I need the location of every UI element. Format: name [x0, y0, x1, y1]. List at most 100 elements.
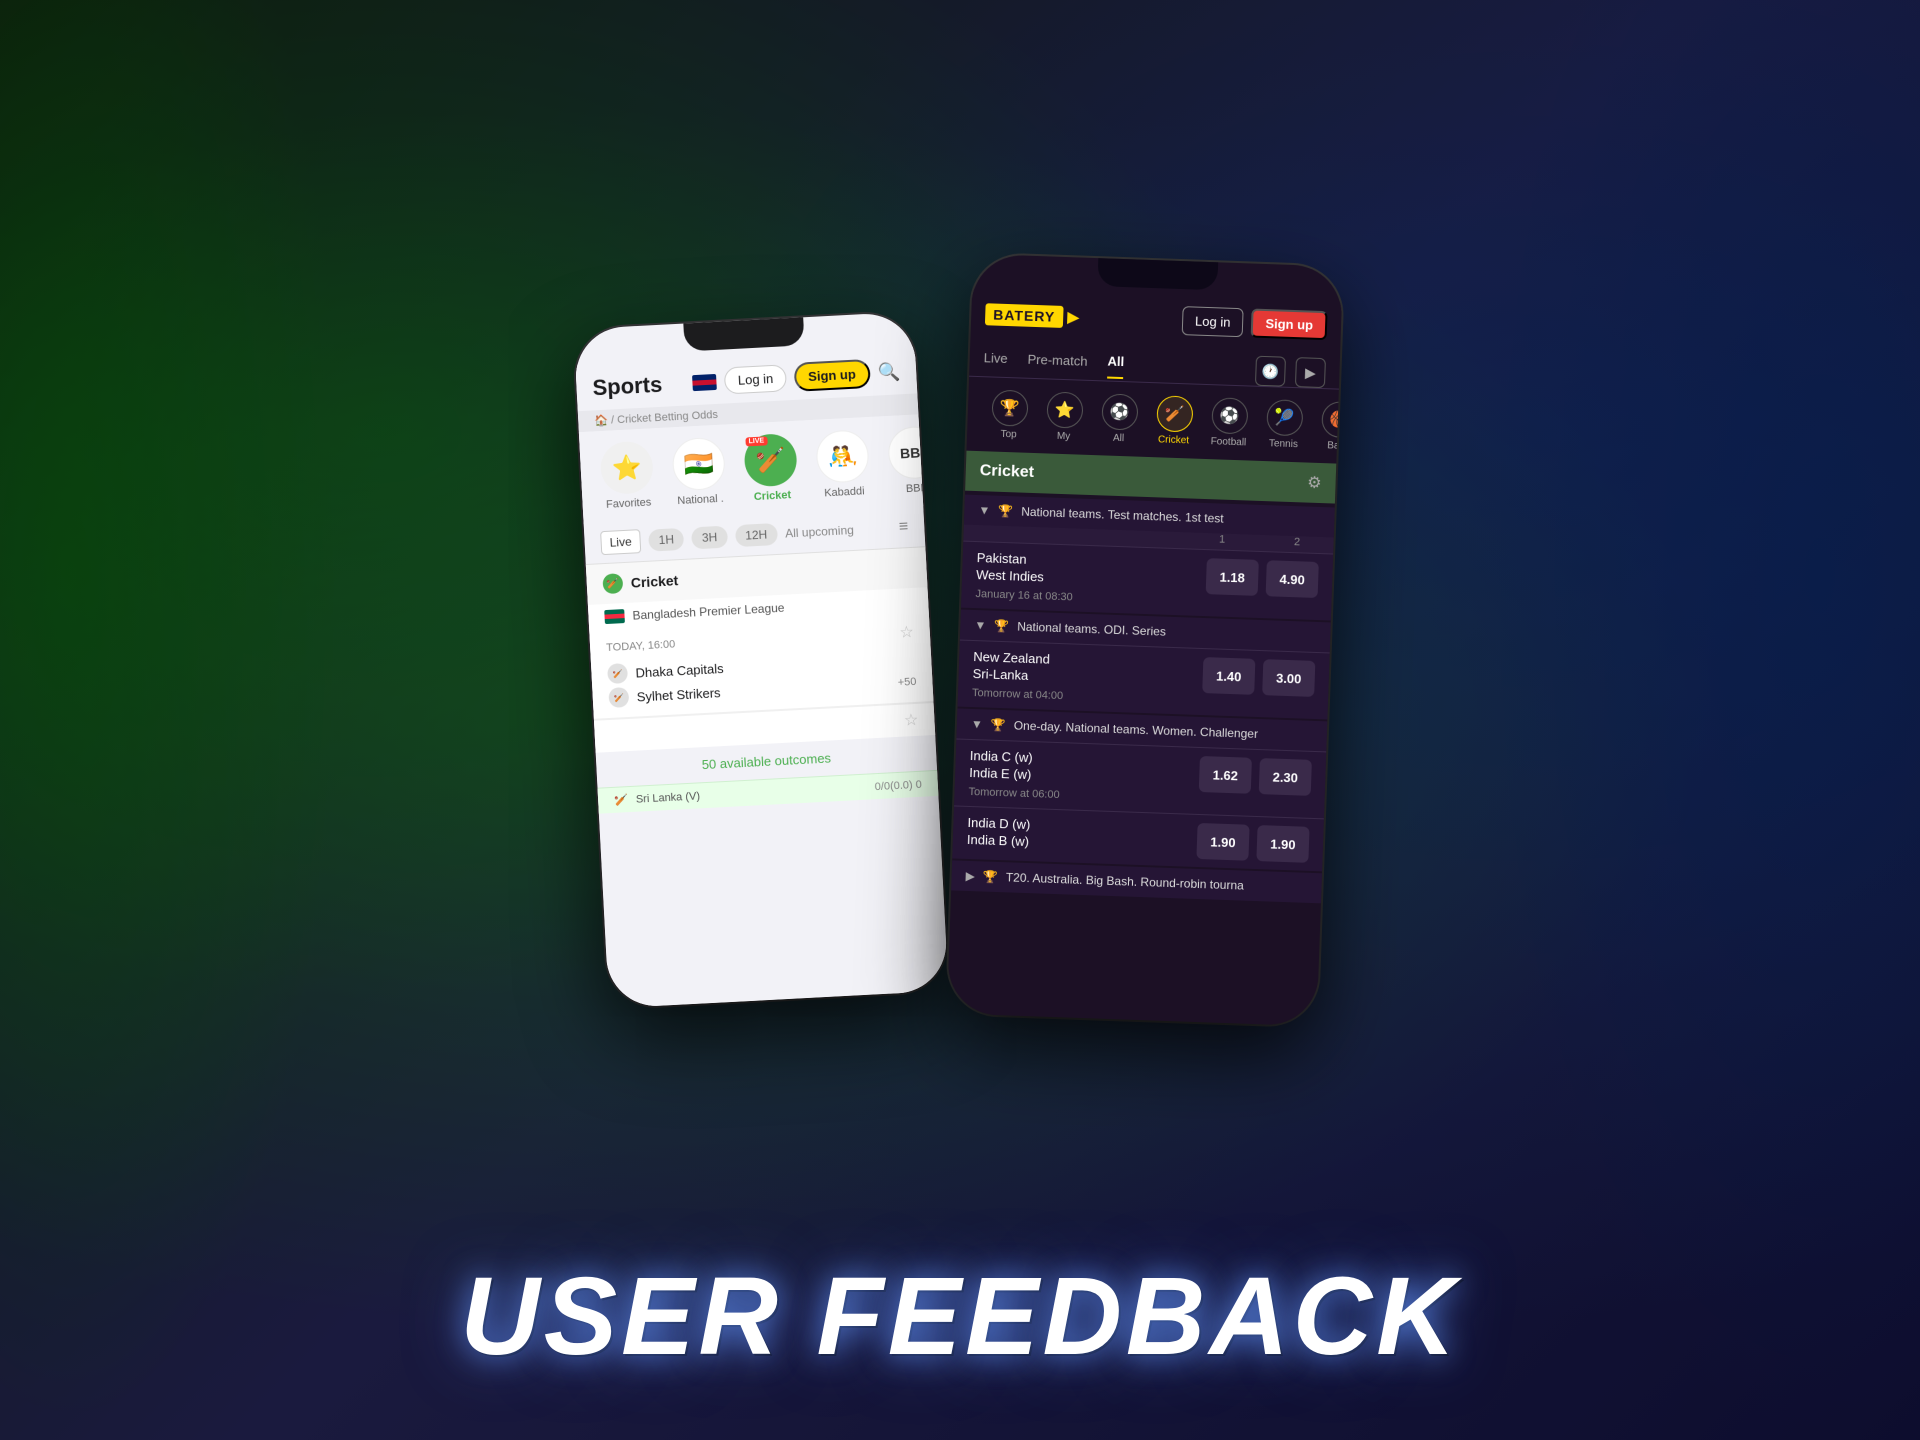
odds-col-1: 1	[1199, 533, 1244, 547]
tab-all[interactable]: All	[1107, 353, 1124, 379]
team-names-3: India C (w) India E (w) Tomorrow at 06:0…	[968, 748, 1061, 801]
category-scroll[interactable]: ⭐ Favorites 🇮🇳 National . LIVE 🏏 Cricket	[579, 414, 923, 524]
team2-name: Sylhet Strikers	[636, 685, 720, 704]
team-pakistan: Pakistan	[977, 550, 1075, 568]
match-india-c-e[interactable]: India C (w) India E (w) Tomorrow at 06:0…	[954, 738, 1326, 818]
section4-trophy: 🏆	[983, 869, 998, 884]
section3-trophy: 🏆	[991, 718, 1006, 733]
section2-chevron: ▼	[974, 618, 986, 632]
clock-icon[interactable]: 🕐	[1255, 356, 1286, 387]
teams-row-4: India D (w) India B (w) 1.90 1.90	[967, 815, 1310, 863]
right-header-buttons: Log in Sign up	[1182, 306, 1328, 340]
filter-1h[interactable]: 1H	[648, 528, 684, 552]
odd-1-90a[interactable]: 1.90	[1196, 823, 1249, 861]
match-pakistan-windies[interactable]: Pakistan West Indies January 16 at 08:30…	[961, 541, 1333, 621]
category-national[interactable]: 🇮🇳 National .	[667, 436, 730, 507]
cricket-category-icon: LIVE 🏏	[743, 433, 798, 488]
national-label: National .	[677, 493, 724, 507]
odd-1-18[interactable]: 1.18	[1206, 558, 1259, 596]
cricket-label: Cricket	[754, 489, 792, 503]
cricket-main-title: Cricket	[979, 462, 1034, 482]
football-circle: ⚽	[1211, 397, 1248, 434]
sport-all[interactable]: ⚽ All	[1091, 389, 1148, 449]
match-nz-sl[interactable]: New Zealand Sri-Lanka Tomorrow at 04:00 …	[958, 640, 1330, 720]
all-label: All	[1113, 433, 1125, 444]
section1-trophy: 🏆	[998, 504, 1013, 519]
sport-cricket[interactable]: 🏏 Cricket	[1146, 391, 1203, 451]
league-name: Bangladesh Premier League	[632, 601, 785, 623]
national-icon: 🇮🇳	[671, 437, 726, 492]
section-test-matches: ▼ 🏆 National teams. Test matches. 1st te…	[961, 495, 1335, 621]
breadcrumb-page: Cricket Betting Odds	[617, 409, 718, 426]
category-cricket[interactable]: LIVE 🏏 Cricket	[739, 433, 802, 504]
filter-3h[interactable]: 3H	[691, 526, 727, 550]
tab-live[interactable]: Live	[983, 350, 1008, 374]
filter-icon[interactable]: ⚙	[1307, 473, 1322, 493]
sport-bask[interactable]: 🏀 Bask	[1311, 397, 1339, 457]
left-login-button[interactable]: Log in	[724, 364, 787, 394]
left-phone-notch	[683, 317, 804, 351]
right-phone-content: BATERY ▶ Log in Sign up Live Pre-match A…	[947, 289, 1342, 1026]
sport-tennis[interactable]: 🎾 Tennis	[1256, 395, 1313, 455]
filter-live[interactable]: Live	[600, 529, 641, 555]
match-time-jan16: January 16 at 08:30	[975, 588, 1073, 603]
odd-4-90[interactable]: 4.90	[1266, 560, 1319, 598]
section4-title: T20. Australia. Big Bash. Round-robin to…	[1006, 870, 1308, 895]
odds-pair-3: 1.62 2.30	[1199, 756, 1312, 796]
odd-1-40[interactable]: 1.40	[1202, 657, 1255, 695]
section-odi: ▼ 🏆 National teams. ODI. Series New Zeal…	[958, 610, 1331, 720]
category-kabaddi[interactable]: 🤼 Kabaddi	[811, 429, 874, 500]
batery-text: BATERY	[985, 303, 1064, 328]
flag-icon	[693, 373, 718, 390]
outcomes-count: +50	[897, 676, 916, 689]
right-login-button[interactable]: Log in	[1182, 306, 1244, 337]
tennis-label: Tennis	[1269, 438, 1298, 450]
bbl-icon: BBL	[887, 425, 923, 480]
filter-icon[interactable]: ≡	[898, 518, 908, 536]
teams-row-3: India C (w) India E (w) Tomorrow at 06:0…	[968, 748, 1312, 810]
odd-1-62[interactable]: 1.62	[1199, 756, 1252, 794]
category-favorites[interactable]: ⭐ Favorites	[595, 440, 658, 511]
all-circle: ⚽	[1101, 393, 1138, 430]
team-india-c: India C (w)	[970, 748, 1062, 766]
right-signup-button[interactable]: Sign up	[1251, 309, 1328, 341]
play-icon[interactable]: ▶	[1295, 357, 1326, 388]
outcomes-link-text: 50 available outcomes	[701, 750, 831, 772]
search-icon[interactable]: 🔍	[877, 361, 900, 383]
sport-top[interactable]: 🏆 Top	[981, 385, 1038, 445]
kabaddi-label: Kabaddi	[824, 485, 865, 499]
sport-football[interactable]: ⚽ Football	[1201, 393, 1258, 453]
favorite-star[interactable]: ☆	[899, 622, 914, 643]
bbl-label: BBL	[906, 482, 924, 495]
left-signup-button[interactable]: Sign up	[793, 359, 870, 392]
favorites-label: Favorites	[606, 497, 652, 511]
section3-chevron: ▼	[971, 717, 983, 731]
second-star[interactable]: ☆	[904, 710, 919, 731]
kabaddi-icon: 🤼	[815, 429, 870, 484]
virtual-score: 0/0(0.0) 0	[874, 778, 922, 792]
odd-2-30[interactable]: 2.30	[1259, 758, 1312, 796]
team1-logo: 🏏	[607, 663, 628, 684]
teams-row: Pakistan West Indies January 16 at 08:30…	[975, 550, 1319, 612]
filter-12h[interactable]: 12H	[735, 523, 778, 547]
team-nz: New Zealand	[973, 649, 1065, 667]
live-badge: LIVE	[745, 436, 767, 446]
my-label: My	[1057, 431, 1071, 442]
section2-title: National teams. ODI. Series	[1017, 620, 1316, 644]
virtual-team: Sri Lanka (V)	[636, 790, 701, 805]
odd-3-00[interactable]: 3.00	[1262, 659, 1315, 697]
odds-pair-1: 1.18 4.90	[1206, 558, 1319, 598]
category-bbl[interactable]: BBL BBL	[883, 425, 923, 496]
sport-icons-row[interactable]: 🏆 Top ⭐ My ⚽ All 🏏 Cricket	[966, 377, 1338, 464]
tab-prematch[interactable]: Pre-match	[1027, 351, 1088, 376]
odds-col-2: 2	[1274, 535, 1319, 549]
favorites-icon: ⭐	[599, 440, 654, 495]
section1-chevron: ▼	[978, 503, 990, 517]
team2-logo: 🏏	[608, 687, 629, 708]
sport-my[interactable]: ⭐ My	[1036, 387, 1093, 447]
tab-icons: 🕐 ▶	[1255, 356, 1326, 388]
match-time-tomorrow-04: Tomorrow at 04:00	[972, 687, 1063, 702]
right-phone-notch	[1097, 258, 1218, 290]
filter-all-upcoming[interactable]: All upcoming	[785, 523, 854, 541]
odd-1-90b[interactable]: 1.90	[1256, 825, 1309, 863]
